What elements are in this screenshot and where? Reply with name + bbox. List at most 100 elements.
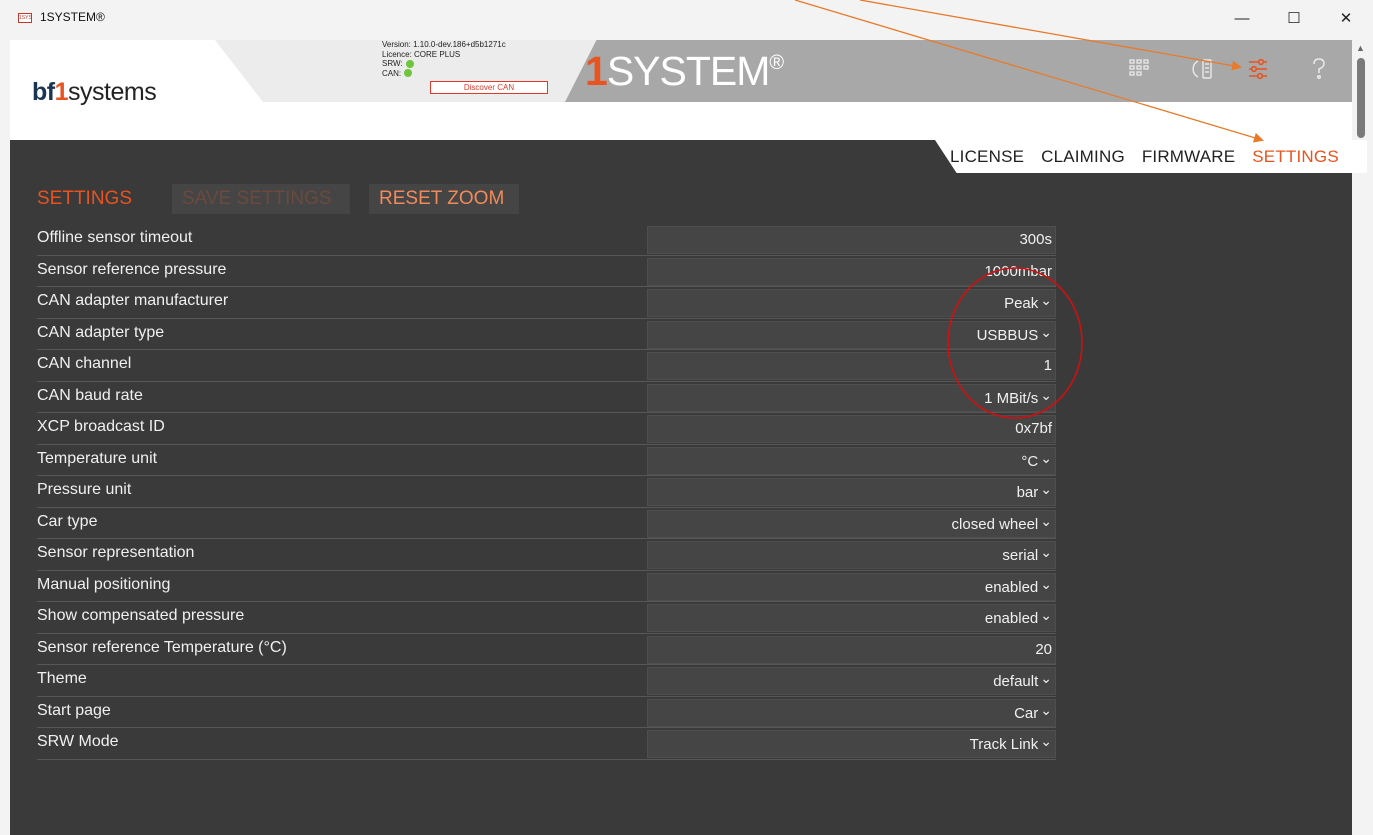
close-button[interactable]: ✕ [1326, 6, 1366, 32]
setting-select[interactable]: serial ⌄ [647, 541, 1056, 569]
chevron-down-icon: ⌄ [1040, 544, 1052, 560]
can-status: CAN: [382, 69, 506, 79]
setting-select[interactable]: °C ⌄ [647, 446, 1056, 475]
chevron-down-icon: ⌄ [1040, 670, 1052, 686]
setting-label: Temperature unit [37, 449, 158, 467]
settings-row: SRW Mode Track Link ⌄ [37, 728, 1056, 760]
maximize-button[interactable]: ☐ [1274, 6, 1314, 32]
tab-claiming[interactable]: CLAIMING [1041, 147, 1125, 166]
refresh-device-icon[interactable] [1190, 54, 1218, 84]
settings-row: CAN channel 1 [37, 350, 1056, 382]
setting-label: Sensor representation [37, 544, 195, 561]
settings-row: CAN baud rate 1 MBit/s ⌄ [37, 382, 1056, 413]
setting-select[interactable]: Car ⌄ [647, 698, 1056, 727]
setting-select[interactable]: closed wheel ⌄ [647, 509, 1056, 538]
settings-row: CAN adapter manufacturer Peak ⌄ [37, 287, 1056, 319]
settings-panel: LICENSE CLAIMING FIRMWARE SETTINGS SETTI… [10, 140, 1367, 835]
app-header: bf1systems Version: 1.10.0-dev.186+d5b12… [10, 40, 1352, 140]
setting-label: XCP broadcast ID [37, 418, 165, 435]
settings-row: Sensor representation serial ⌄ [37, 539, 1056, 571]
setting-select[interactable]: Peak ⌄ [647, 289, 1056, 317]
reset-zoom-button[interactable]: RESET ZOOM [369, 184, 519, 214]
setting-label: CAN channel [37, 355, 132, 372]
setting-value: 1 MBit/s [984, 389, 1039, 407]
setting-select[interactable]: USBBUS ⌄ [647, 320, 1056, 349]
chevron-down-icon: ⌄ [1040, 512, 1052, 529]
tab-license[interactable]: LICENSE [950, 147, 1024, 166]
setting-select[interactable]: 1 MBit/s ⌄ [647, 383, 1056, 412]
settings-row: Theme default ⌄ [37, 665, 1056, 697]
tab-settings[interactable]: SETTINGS [1252, 147, 1339, 166]
chevron-down-icon: ⌄ [1040, 733, 1052, 749]
setting-label: SRW Mode [37, 733, 119, 750]
chevron-down-icon: ⌄ [1040, 701, 1052, 718]
title-bar: 1SYS 1SYSTEM® — ☐ ✕ [0, 0, 1373, 38]
setting-input[interactable]: 20 [647, 635, 1056, 664]
setting-label: Manual positioning [37, 575, 171, 593]
setting-input[interactable]: 1000mbar [647, 257, 1056, 286]
setting-label: CAN baud rate [37, 386, 143, 404]
window-title: 1SYSTEM® [40, 10, 105, 24]
setting-select[interactable]: Track Link ⌄ [647, 730, 1056, 758]
setting-label: Sensor reference Temperature (°C) [37, 638, 287, 656]
setting-value: enabled [984, 610, 1039, 627]
settings-row: Pressure unit bar ⌄ [37, 476, 1056, 508]
setting-value: Track Link [969, 736, 1039, 753]
settings-row: XCP broadcast ID 0x7bf [37, 413, 1056, 445]
app-icon: 1SYS [18, 13, 32, 23]
setting-label: Start page [37, 701, 111, 719]
srw-status: SRW: [382, 59, 506, 69]
setting-value: 20 [1035, 640, 1052, 658]
help-icon[interactable] [1305, 54, 1333, 84]
setting-label: CAN adapter manufacturer [37, 292, 229, 309]
setting-label: CAN adapter type [37, 323, 165, 341]
chevron-down-icon: ⌄ [1040, 292, 1052, 308]
discover-can-button[interactable]: Discover CAN [430, 81, 548, 94]
setting-select[interactable]: enabled ⌄ [647, 604, 1056, 632]
1system-brand: 1SYSTEM® [585, 48, 784, 94]
chevron-down-icon: ⌄ [1040, 481, 1052, 497]
srw-status-dot [405, 59, 414, 68]
settings-row: Sensor reference pressure 1000mbar [37, 256, 1056, 287]
setting-value: 1 [1043, 357, 1052, 374]
setting-select[interactable]: default ⌄ [647, 667, 1056, 695]
setting-value: 1000mbar [984, 262, 1052, 280]
setting-label: Car type [37, 512, 98, 530]
setting-input[interactable]: 300s [647, 226, 1056, 254]
setting-input[interactable]: 0x7bf [647, 415, 1056, 443]
scroll-up-arrow-icon[interactable]: ▲ [1356, 43, 1365, 53]
licence-text: Licence: CORE PLUS [382, 49, 461, 59]
setting-label: Show compensated pressure [37, 607, 245, 624]
settings-row: Show compensated pressure enabled ⌄ [37, 602, 1056, 634]
setting-value: default [993, 673, 1039, 690]
settings-heading: SETTINGS [37, 188, 133, 209]
setting-input[interactable]: 1 [647, 352, 1056, 380]
settings-row: CAN adapter type USBBUS ⌄ [37, 319, 1056, 350]
settings-row: Temperature unit °C ⌄ [37, 445, 1056, 476]
chevron-down-icon: ⌄ [1040, 323, 1052, 340]
minimize-button[interactable]: — [1222, 6, 1262, 32]
grid-icon[interactable] [1125, 54, 1153, 84]
version-text: Version: 1.10.0-dev.186+d5b1271c [382, 40, 506, 49]
save-settings-button[interactable]: SAVE SETTINGS [172, 184, 350, 214]
settings-table: Offline sensor timeout 300s Sensor referen… [37, 224, 1056, 760]
tab-firmware[interactable]: FIRMWARE [1142, 147, 1236, 166]
app-window: 1SYS 1SYSTEM® — ☐ ✕ bf1systems Version: … [0, 0, 1373, 835]
setting-value: °C [1021, 452, 1039, 470]
setting-value: Car [1014, 704, 1039, 722]
bf1systems-logo: bf1systems [32, 78, 157, 106]
setting-label: Theme [37, 670, 87, 687]
can-status-dot [404, 69, 413, 78]
settings-row: Car type closed wheel ⌄ [37, 508, 1056, 539]
chevron-down-icon: ⌄ [1040, 386, 1052, 403]
setting-value: Peak [1004, 295, 1039, 312]
sliders-icon[interactable] [1244, 54, 1272, 84]
setting-select[interactable]: enabled ⌄ [647, 572, 1056, 601]
scroll-thumb[interactable] [1357, 58, 1365, 138]
setting-value: bar [1016, 484, 1039, 501]
setting-value: serial [1002, 547, 1039, 564]
settings-row: Sensor reference Temperature (°C) 20 [37, 634, 1056, 665]
chevron-down-icon: ⌄ [1040, 575, 1052, 592]
setting-select[interactable]: bar ⌄ [647, 478, 1056, 506]
setting-label: Sensor reference pressure [37, 260, 227, 278]
